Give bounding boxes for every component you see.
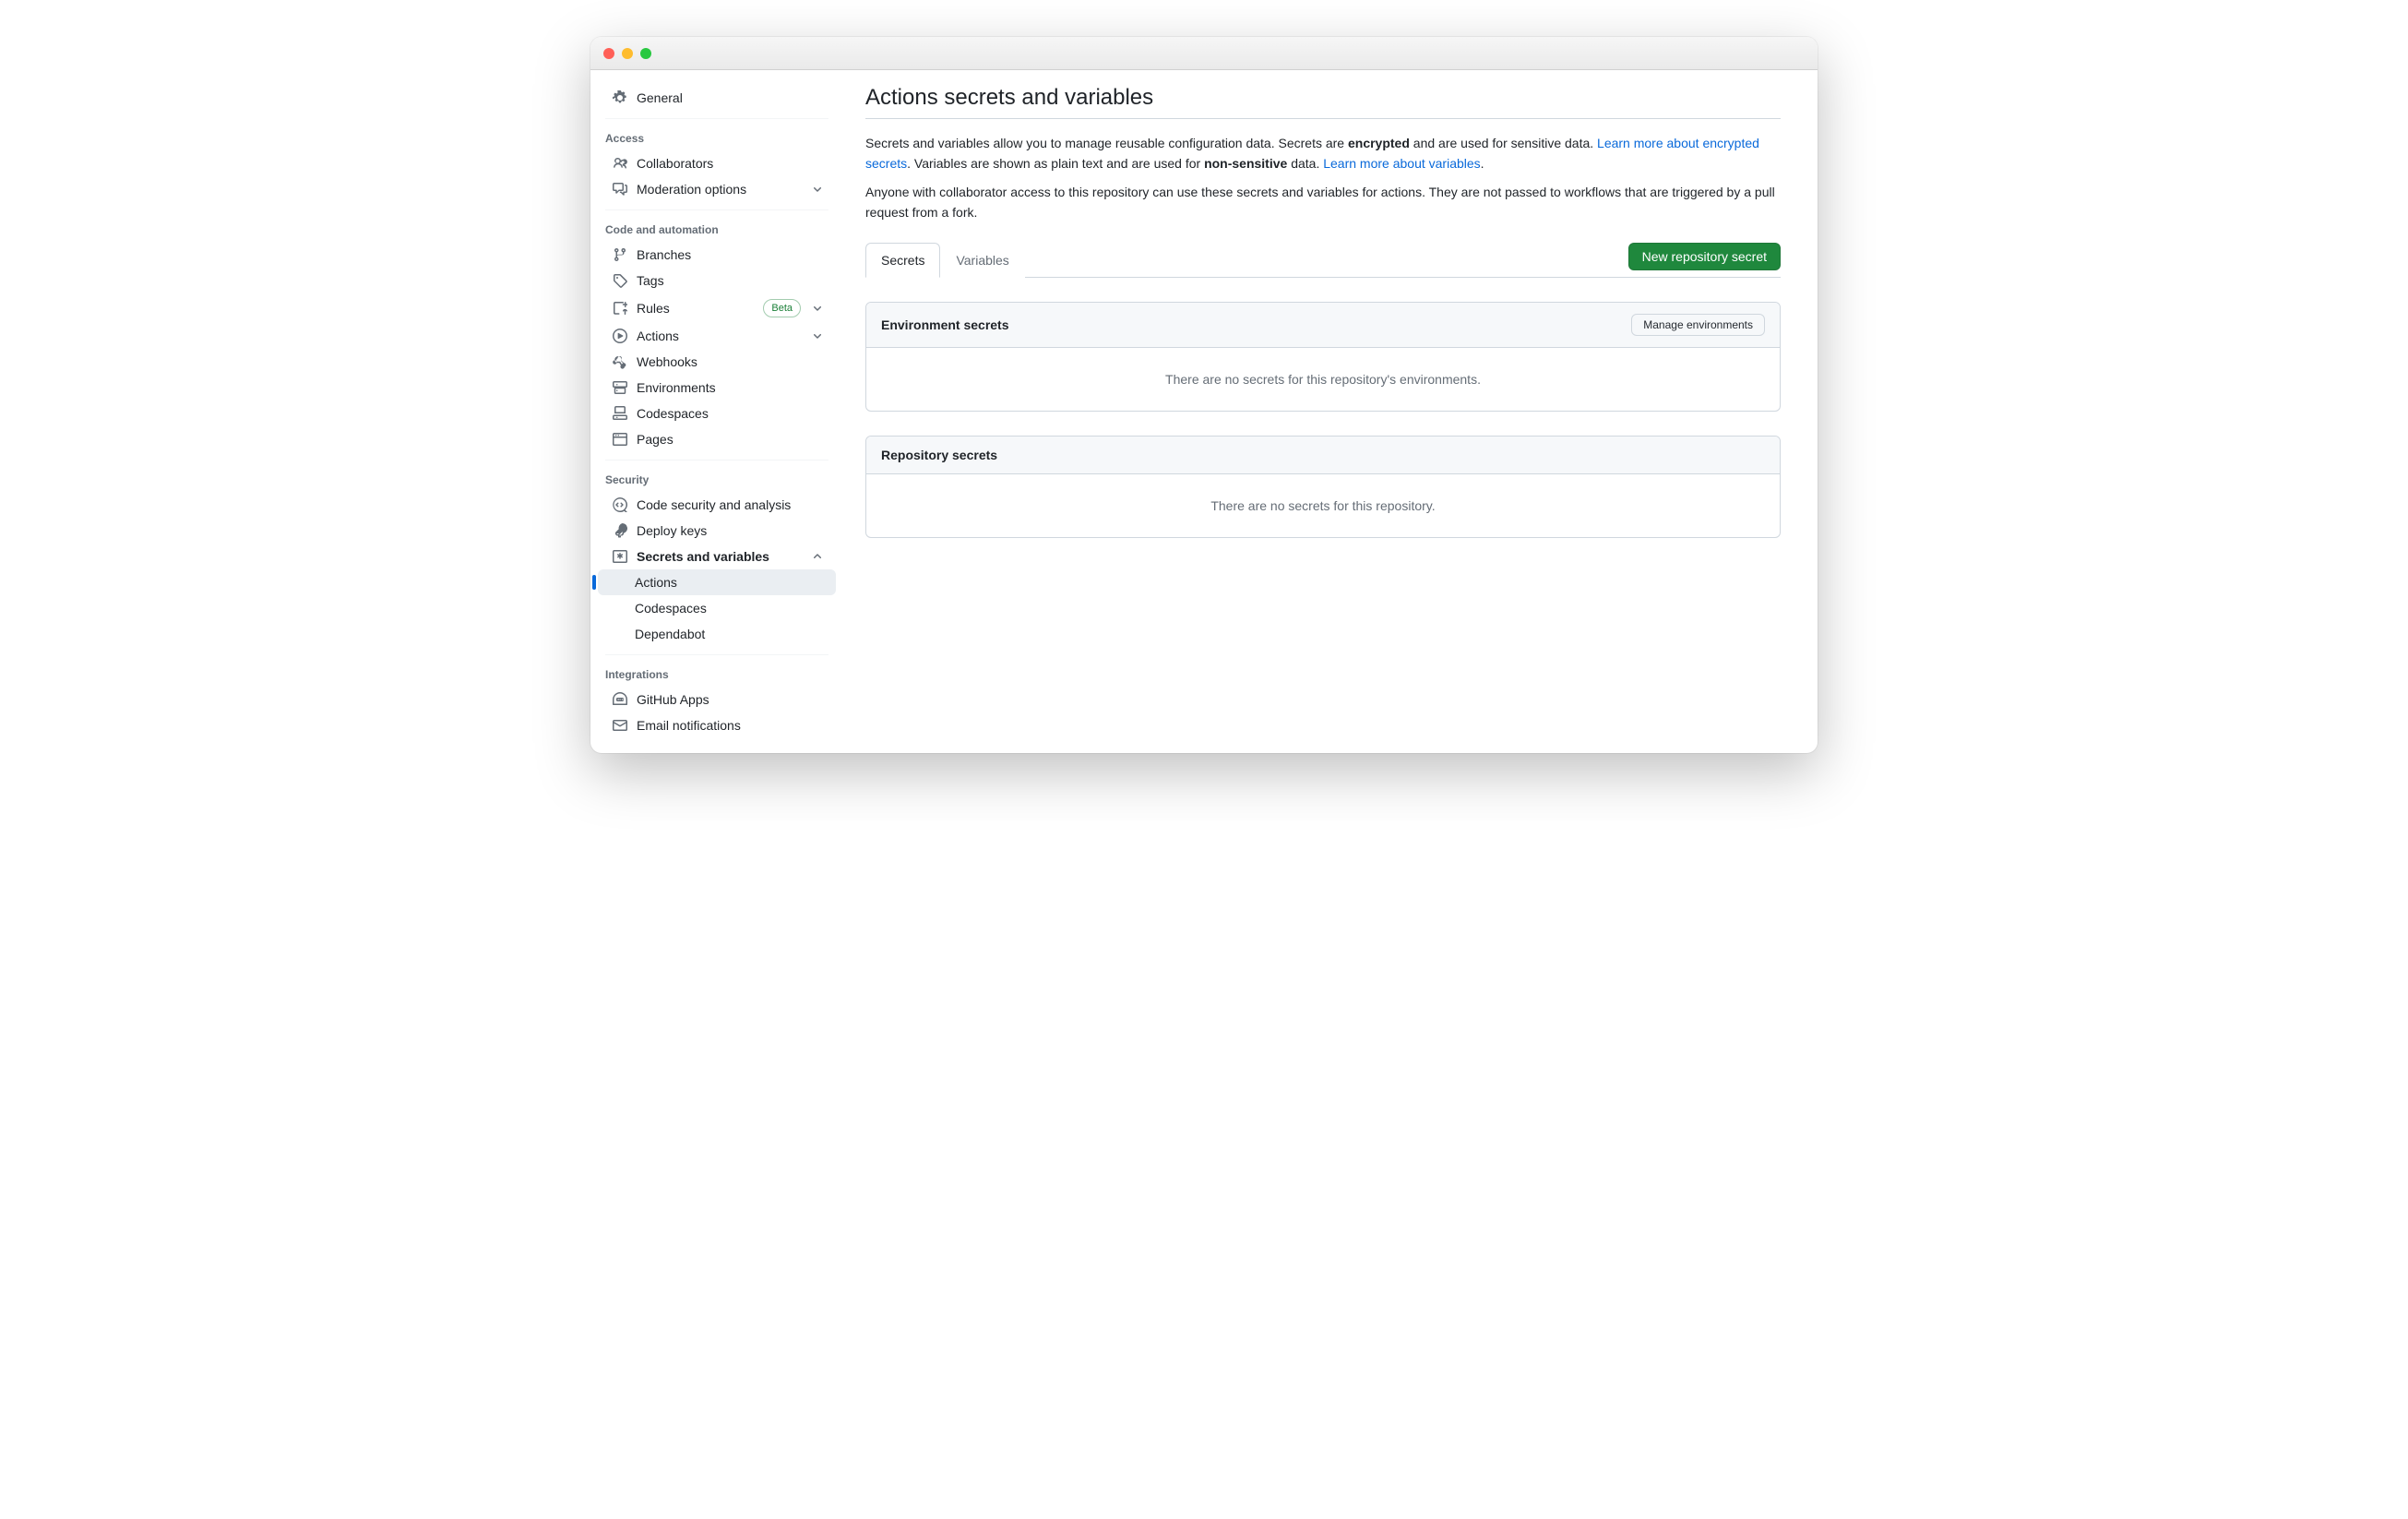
play-icon — [613, 329, 627, 343]
sidebar-label: Tags — [637, 273, 825, 288]
repo-push-icon — [613, 301, 627, 316]
sidebar-label: General — [637, 90, 825, 105]
chevron-up-icon — [810, 549, 825, 564]
mail-icon — [613, 718, 627, 733]
sidebar-label: Actions — [635, 575, 825, 590]
sidebar-item-webhooks[interactable]: Webhooks — [598, 349, 836, 375]
sidebar-label: Code security and analysis — [637, 497, 825, 512]
new-repository-secret-button[interactable]: New repository secret — [1628, 243, 1781, 270]
window-close-button[interactable] — [603, 48, 614, 59]
git-branch-icon — [613, 247, 627, 262]
webhook-icon — [613, 354, 627, 369]
people-icon — [613, 156, 627, 171]
sidebar-item-actions[interactable]: Actions — [598, 323, 836, 349]
description-paragraph-2: Anyone with collaborator access to this … — [865, 183, 1781, 222]
key-icon — [613, 523, 627, 538]
sidebar-item-code-security[interactable]: Code security and analysis — [598, 492, 836, 518]
sidebar-label: Codespaces — [635, 601, 825, 616]
sidebar-label: Secrets and variables — [637, 549, 801, 564]
main-content: Actions secrets and variables Secrets an… — [843, 70, 1818, 753]
tag-icon — [613, 273, 627, 288]
sidebar-label: Branches — [637, 247, 825, 262]
sidebar-item-rules[interactable]: Rules Beta — [598, 293, 836, 323]
sidebar-subitem-actions[interactable]: Actions — [598, 569, 836, 595]
browser-icon — [613, 432, 627, 447]
environment-secrets-panel: Environment secrets Manage environments … — [865, 302, 1781, 412]
page-title: Actions secrets and variables — [865, 85, 1781, 119]
tab-variables[interactable]: Variables — [940, 243, 1024, 278]
sidebar-item-branches[interactable]: Branches — [598, 242, 836, 268]
app-window: General Access Collaborators Moderation … — [590, 37, 1818, 753]
sidebar-item-environments[interactable]: Environments — [598, 375, 836, 401]
hubot-icon — [613, 692, 627, 707]
sidebar-item-pages[interactable]: Pages — [598, 426, 836, 452]
sidebar-item-secrets-variables[interactable]: Secrets and variables — [598, 544, 836, 569]
sidebar-item-email-notifications[interactable]: Email notifications — [598, 712, 836, 738]
sidebar-item-collaborators[interactable]: Collaborators — [598, 150, 836, 176]
sidebar-item-general[interactable]: General — [598, 85, 836, 111]
sidebar-label: Collaborators — [637, 156, 825, 171]
titlebar — [590, 37, 1818, 70]
sidebar-label: Moderation options — [637, 182, 801, 197]
key-asterisk-icon — [613, 549, 627, 564]
sidebar-label: Rules — [637, 301, 754, 316]
sidebar-label: Email notifications — [637, 718, 825, 733]
sidebar-subitem-dependabot[interactable]: Dependabot — [598, 621, 836, 647]
sidebar-label: Environments — [637, 380, 825, 395]
sidebar-item-github-apps[interactable]: GitHub Apps — [598, 687, 836, 712]
repository-secrets-panel: Repository secrets There are no secrets … — [865, 436, 1781, 538]
sidebar-label: Pages — [637, 432, 825, 447]
sidebar-heading-security: Security — [590, 460, 843, 492]
sidebar-heading-integrations: Integrations — [590, 655, 843, 687]
sidebar-label: Deploy keys — [637, 523, 825, 538]
sidebar-item-moderation[interactable]: Moderation options — [598, 176, 836, 202]
tab-secrets[interactable]: Secrets — [865, 243, 940, 278]
environment-secrets-empty: There are no secrets for this repository… — [866, 348, 1780, 411]
settings-sidebar: General Access Collaborators Moderation … — [590, 70, 843, 753]
repository-secrets-empty: There are no secrets for this repository… — [866, 474, 1780, 537]
description-paragraph-1: Secrets and variables allow you to manag… — [865, 134, 1781, 173]
manage-environments-button[interactable]: Manage environments — [1631, 314, 1765, 336]
sidebar-item-deploy-keys[interactable]: Deploy keys — [598, 518, 836, 544]
panel-title: Repository secrets — [881, 448, 997, 462]
tabs-row: Secrets Variables New repository secret — [865, 242, 1781, 278]
chevron-down-icon — [810, 301, 825, 316]
sidebar-subitem-codespaces[interactable]: Codespaces — [598, 595, 836, 621]
gear-icon — [613, 90, 627, 105]
sidebar-item-codespaces[interactable]: Codespaces — [598, 401, 836, 426]
beta-badge: Beta — [763, 299, 801, 317]
sidebar-heading-access: Access — [590, 119, 843, 150]
server-icon — [613, 380, 627, 395]
sidebar-label: Actions — [637, 329, 801, 343]
chevron-down-icon — [810, 182, 825, 197]
codescan-icon — [613, 497, 627, 512]
sidebar-heading-code-automation: Code and automation — [590, 210, 843, 242]
sidebar-label: Dependabot — [635, 627, 825, 641]
sidebar-label: Codespaces — [637, 406, 825, 421]
sidebar-label: Webhooks — [637, 354, 825, 369]
comment-discussion-icon — [613, 182, 627, 197]
codespaces-icon — [613, 406, 627, 421]
window-zoom-button[interactable] — [640, 48, 651, 59]
sidebar-label: GitHub Apps — [637, 692, 825, 707]
panel-title: Environment secrets — [881, 317, 1009, 332]
window-minimize-button[interactable] — [622, 48, 633, 59]
sidebar-item-tags[interactable]: Tags — [598, 268, 836, 293]
chevron-down-icon — [810, 329, 825, 343]
learn-more-variables-link[interactable]: Learn more about variables — [1323, 156, 1480, 171]
